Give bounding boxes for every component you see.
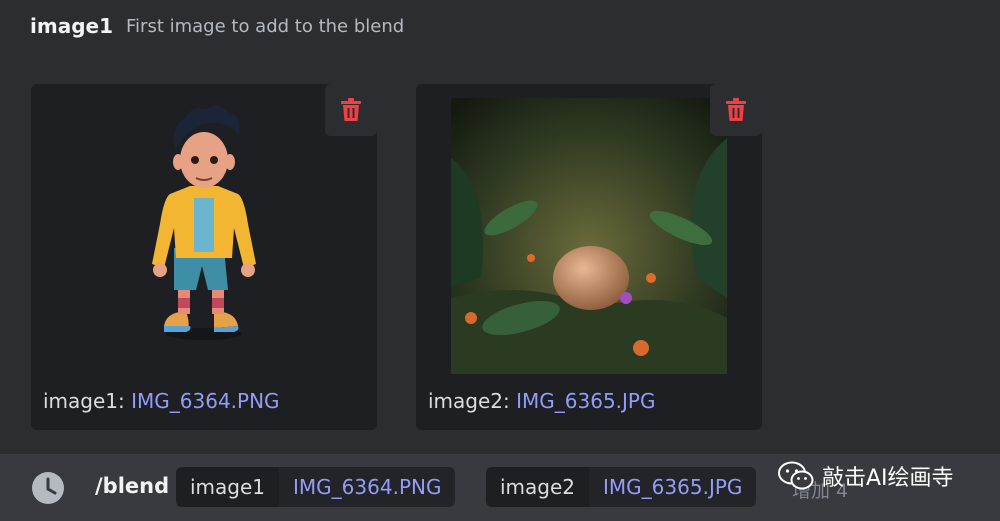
slash-command: /blend bbox=[95, 474, 170, 498]
attachment-label: image1: bbox=[43, 389, 132, 413]
clock-icon bbox=[32, 472, 64, 504]
attachment-caption-image1: image1: IMG_6364.PNG bbox=[43, 389, 280, 413]
trash-icon bbox=[726, 98, 746, 121]
option-pill-value: IMG_6365.JPG bbox=[589, 467, 757, 507]
watermark: 敲击AI绘画寺 bbox=[778, 458, 954, 494]
option-pill-image1[interactable]: image1 IMG_6364.PNG bbox=[176, 467, 456, 507]
option-pill-value: IMG_6364.PNG bbox=[279, 467, 456, 507]
attachment-label: image2: bbox=[428, 389, 517, 413]
attachment-card-image2[interactable]: image2: IMG_6365.JPG bbox=[416, 84, 762, 430]
wechat-icon bbox=[778, 461, 814, 490]
trash-icon bbox=[341, 98, 361, 121]
attachment-preview-image1 bbox=[152, 105, 256, 340]
attachment-filename[interactable]: IMG_6364.PNG bbox=[131, 389, 279, 413]
watermark-text: 敲击AI绘画寺 bbox=[822, 466, 954, 491]
option-header: image1 First image to add to the blend bbox=[0, 0, 1000, 52]
option-pill-image2[interactable]: image2 IMG_6365.JPG bbox=[486, 467, 757, 507]
remove-image1-button[interactable] bbox=[325, 84, 377, 136]
option-description: First image to add to the blend bbox=[126, 15, 405, 37]
option-pill-name: image1 bbox=[176, 467, 280, 507]
option-name: image1 bbox=[30, 14, 113, 38]
attachment-filename[interactable]: IMG_6365.JPG bbox=[516, 389, 655, 413]
attachment-card-image1[interactable]: image1: IMG_6364.PNG bbox=[31, 84, 377, 430]
remove-image2-button[interactable] bbox=[710, 84, 762, 136]
option-pill-name: image2 bbox=[486, 467, 590, 507]
attachment-caption-image2: image2: IMG_6365.JPG bbox=[428, 389, 656, 413]
attachment-preview-image2 bbox=[451, 98, 727, 374]
